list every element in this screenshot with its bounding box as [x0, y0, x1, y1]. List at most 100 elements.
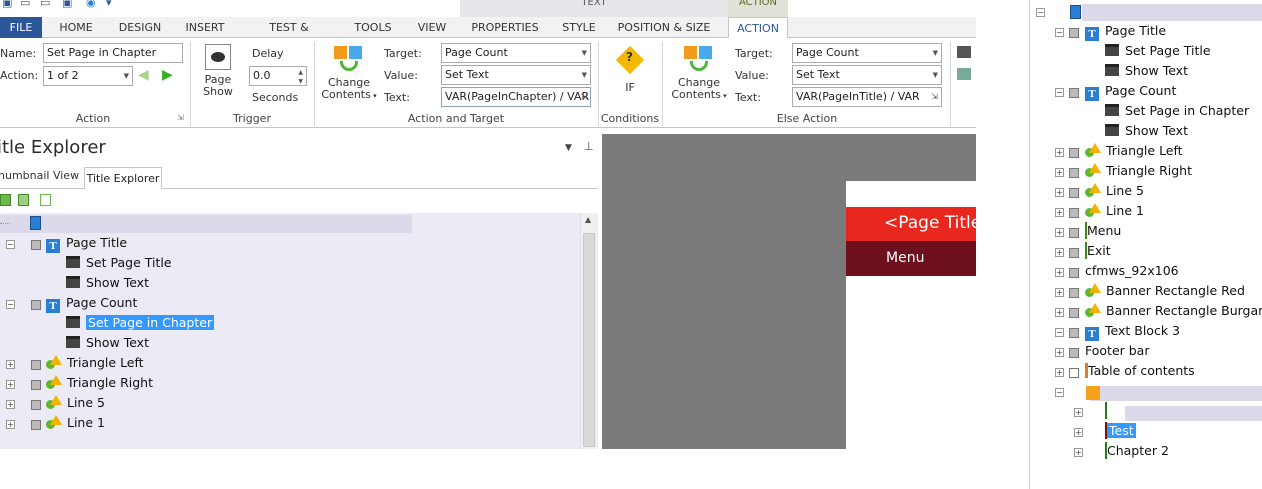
visibility-checkbox[interactable] [1069, 368, 1079, 378]
tree-root-row[interactable] [0, 215, 412, 233]
text-field[interactable]: VAR(PageInChapter) / VAR ⇲ [441, 87, 591, 107]
tab-style[interactable]: STYLE [560, 17, 598, 38]
expand-icon[interactable]: + [6, 400, 15, 409]
tree-item[interactable]: T Text Block 3 [1085, 323, 1180, 343]
visibility-checkbox[interactable] [1069, 248, 1079, 258]
tree-item[interactable]: Set Page Title [1105, 43, 1211, 63]
else-value-select[interactable]: Set Text ▼ [792, 65, 942, 85]
expand-icon[interactable]: + [1074, 448, 1083, 457]
visibility-checkbox[interactable] [1069, 308, 1079, 318]
visibility-checkbox[interactable] [1069, 328, 1079, 338]
visibility-checkbox[interactable] [1069, 28, 1079, 38]
collapse-icon[interactable]: − [6, 300, 15, 309]
expand-icon[interactable]: + [1074, 408, 1083, 417]
tree-item[interactable]: Show Text [66, 275, 149, 295]
page-show-button[interactable]: Page Show [196, 44, 240, 98]
scrollbar-thumb[interactable] [583, 233, 595, 447]
add-chapter-icon[interactable] [18, 194, 29, 206]
more-icon-2[interactable] [957, 68, 971, 80]
tree-item[interactable]: Triangle Left [1085, 143, 1183, 163]
tree-item[interactable]: T Page Count [46, 295, 137, 315]
name-field[interactable]: Set Page in Chapter [43, 43, 183, 63]
dialog-launcher-icon[interactable]: ⇲ [177, 113, 184, 122]
visibility-checkbox[interactable] [31, 300, 41, 310]
visibility-checkbox[interactable] [31, 360, 41, 370]
expand-icon[interactable]: + [1074, 428, 1083, 437]
else-change-contents-button[interactable]: Change Contents ▾ [670, 44, 728, 102]
next-action-icon[interactable]: ▶ [162, 67, 173, 83]
more-icon[interactable] [957, 46, 971, 58]
scroll-up-icon[interactable]: ▲ [585, 215, 591, 224]
tree-item[interactable]: Show Text [66, 335, 149, 355]
expand-icon[interactable]: + [1055, 188, 1064, 197]
visibility-checkbox[interactable] [1069, 348, 1079, 358]
add-section-icon[interactable] [40, 194, 51, 206]
expand-icon[interactable]: + [6, 360, 15, 369]
visibility-checkbox[interactable] [31, 400, 41, 410]
tab-tools[interactable]: TOOLS [351, 17, 395, 38]
banner-rectangle-burgundy[interactable]: Menu [846, 241, 976, 276]
spin-icon[interactable]: ▲ ▼ [298, 68, 303, 85]
visibility-checkbox[interactable] [1069, 288, 1079, 298]
change-contents-button[interactable]: Change Contents ▾ [320, 44, 378, 102]
else-text-field[interactable]: VAR(PageInTitle) / VAR ⇲ [792, 87, 942, 107]
tree-item[interactable]: Line 1 [1085, 203, 1144, 223]
expand-icon[interactable]: ⇲ [931, 88, 938, 106]
chapter-item[interactable] [1105, 402, 1107, 423]
expand-icon[interactable]: + [1055, 228, 1064, 237]
tab-position-size[interactable]: POSITION & SIZE [616, 17, 712, 38]
expand-icon[interactable]: + [1055, 308, 1064, 317]
tab-properties[interactable]: PROPERTIES [468, 17, 542, 38]
tree-item[interactable]: Banner Rectangle Burgandy [1085, 303, 1262, 323]
collapse-icon[interactable]: − [1055, 388, 1064, 397]
value-select[interactable]: Set Text ▼ [441, 65, 591, 85]
tab-action[interactable]: ACTION [728, 17, 788, 39]
collapse-icon[interactable]: − [1055, 28, 1064, 37]
visibility-checkbox[interactable] [31, 380, 41, 390]
undo-icon[interactable]: ▭ [20, 0, 30, 9]
customize-icon[interactable]: ▾ [106, 0, 112, 9]
expand-icon[interactable]: + [6, 380, 15, 389]
expand-icon[interactable]: ⇲ [580, 88, 587, 106]
delay-stepper[interactable]: 0.0 ▲ ▼ [249, 66, 307, 86]
tree-item[interactable]: Table of contents [1085, 363, 1195, 383]
chapter-item[interactable]: Chapter 2 [1105, 442, 1169, 463]
tree-item[interactable]: Set Page Title [66, 255, 172, 275]
toc-root-row[interactable] [1090, 386, 1262, 401]
visibility-checkbox[interactable] [1069, 228, 1079, 238]
visibility-checkbox[interactable] [31, 240, 41, 250]
tree-item[interactable]: Show Text [1105, 123, 1188, 143]
tab-view[interactable]: VIEW [414, 17, 450, 38]
banner-rectangle-red[interactable]: <Page Title [846, 207, 981, 241]
tree-item[interactable]: T Page Count [1085, 83, 1176, 103]
collapse-icon[interactable]: − [1055, 328, 1064, 337]
tree-item[interactable]: Show Text [1105, 63, 1188, 83]
tab-file[interactable]: FILE [0, 17, 42, 38]
tree-item[interactable]: Set Page in Chapter [1105, 103, 1249, 123]
visibility-checkbox[interactable] [31, 420, 41, 430]
expand-icon[interactable]: + [1055, 168, 1064, 177]
expand-icon[interactable]: + [1055, 268, 1064, 277]
previous-action-icon[interactable]: ◀ [138, 67, 149, 83]
visibility-checkbox[interactable] [1069, 148, 1079, 158]
menu-button-text[interactable]: Menu [886, 250, 924, 266]
tree-item[interactable]: Line 5 [46, 395, 105, 415]
tree-item[interactable]: Menu [1085, 222, 1121, 243]
collapse-icon[interactable]: − [1036, 8, 1045, 17]
tab-thumbnail-view[interactable]: humbnail View [0, 169, 79, 182]
expand-icon[interactable]: + [1055, 248, 1064, 257]
tree-item[interactable]: Line 5 [1085, 183, 1144, 203]
tab-home[interactable]: HOME [54, 17, 98, 38]
collapse-icon[interactable]: − [1055, 88, 1064, 97]
expand-icon[interactable]: + [1055, 288, 1064, 297]
if-button[interactable]: ? IF [608, 44, 652, 94]
panel-menu-icon[interactable]: ▼ [565, 143, 572, 153]
chapter-row[interactable] [1125, 406, 1262, 421]
visibility-checkbox[interactable] [1069, 168, 1079, 178]
tree-item[interactable]: Triangle Right [1085, 163, 1192, 183]
chapter-item[interactable]: Test [1105, 422, 1136, 443]
add-page-icon[interactable] [0, 194, 11, 206]
expand-icon[interactable]: + [6, 420, 15, 429]
expand-icon[interactable]: + [1055, 148, 1064, 157]
tree-item[interactable]: Triangle Left [46, 355, 144, 375]
